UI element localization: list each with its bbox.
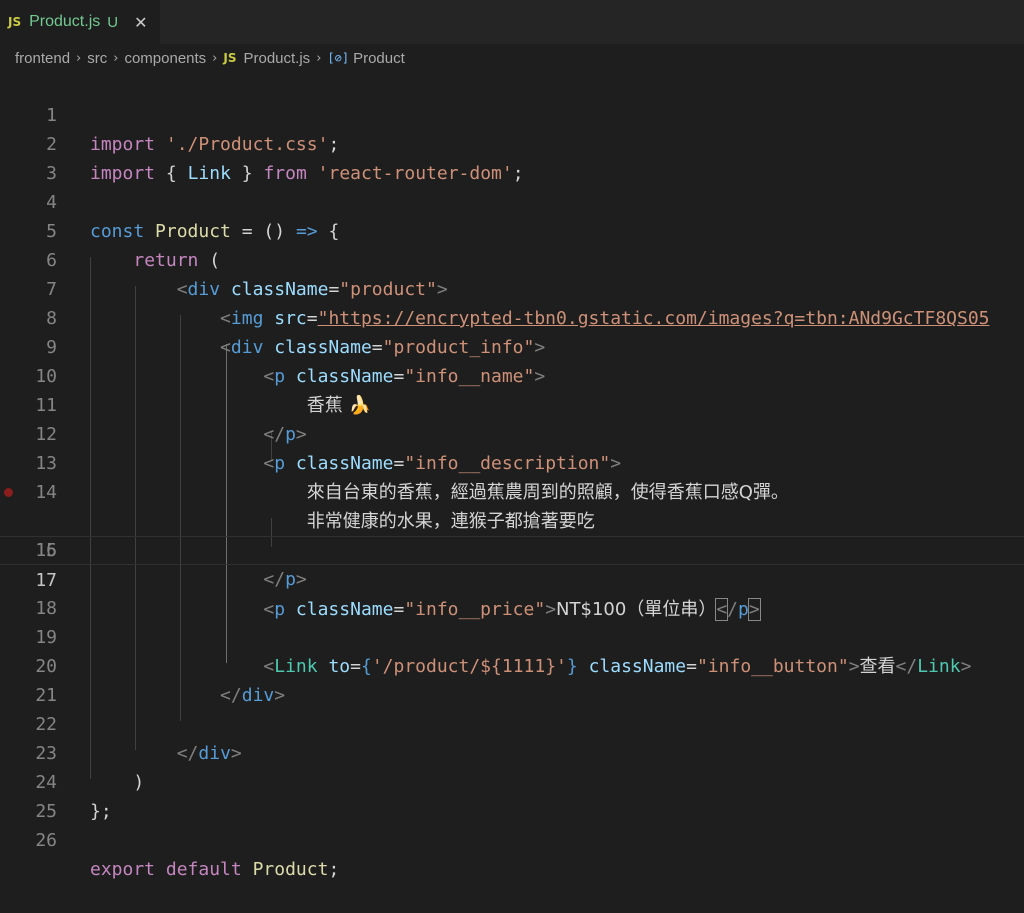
code-line: 25 bbox=[0, 768, 1024, 822]
chevron-right-icon: › bbox=[316, 50, 322, 66]
breadcrumb-symbol[interactable]: Product bbox=[353, 50, 405, 67]
breadcrumb-file[interactable]: Product.js bbox=[243, 50, 310, 67]
code-line: 5 return ( bbox=[0, 188, 1024, 271]
code-line: 15 </p> bbox=[0, 478, 1024, 590]
code-line: 8 <div className="product_info"> bbox=[0, 275, 1024, 358]
code-line: 7 <img src="https://encrypted-tbn0.gstat… bbox=[0, 246, 1024, 329]
code-line: 26 export default Product; bbox=[0, 797, 1024, 880]
tab-label: Product.js bbox=[29, 13, 101, 30]
code-line: 11 </p> bbox=[0, 362, 1024, 445]
code-line: 2 import { Link } from 'react-router-dom… bbox=[0, 101, 1024, 184]
breadcrumb-src[interactable]: src bbox=[87, 50, 107, 67]
code-line: 20 </div> bbox=[0, 623, 1024, 706]
code-line: 21 bbox=[0, 652, 1024, 706]
keyword: default bbox=[165, 859, 242, 880]
current-code-line: 17 <p className="info__price">NT$100（單位串… bbox=[0, 536, 1024, 621]
code-line: 14 非常健康的水果，連猴子都搶著要吃 bbox=[0, 449, 1024, 532]
code-line: 16 bbox=[0, 507, 1024, 561]
code-line: 12 <p className="info__description"> bbox=[0, 391, 1024, 474]
code-line: 1 import './Product.css'; bbox=[0, 72, 1024, 155]
untracked-status-badge: U bbox=[107, 13, 119, 31]
punct: ; bbox=[328, 859, 340, 880]
keyword: export bbox=[90, 859, 156, 880]
breakpoint-icon[interactable] bbox=[4, 488, 13, 497]
chevron-right-icon: › bbox=[212, 50, 218, 66]
code-line: 22 </div> bbox=[0, 681, 1024, 764]
identifier: Product bbox=[252, 859, 329, 880]
code-line: 18 bbox=[0, 565, 1024, 619]
breadcrumb: frontend › src › components › JS Product… bbox=[0, 44, 1024, 72]
tab-product-js[interactable]: JS Product.js U ✕ bbox=[0, 0, 160, 44]
javascript-file-icon: JS bbox=[8, 15, 22, 29]
code-line: 9 <p className="info__name"> bbox=[0, 304, 1024, 387]
breadcrumb-frontend[interactable]: frontend bbox=[15, 50, 70, 67]
line-number: 26 bbox=[35, 830, 57, 851]
code-editor[interactable]: 1 import './Product.css'; 2 import { Lin… bbox=[0, 72, 1024, 880]
code-line: 24 }; bbox=[0, 739, 1024, 822]
chevron-right-icon: › bbox=[76, 50, 82, 66]
breadcrumb-components[interactable]: components bbox=[124, 50, 206, 67]
code-line: 19 <Link to={'/product/${1111}'} classNa… bbox=[0, 594, 1024, 677]
symbol-variable-icon: [⊘] bbox=[327, 51, 350, 65]
code-line: 10 香蕉 🍌 bbox=[0, 333, 1024, 416]
code-line: 4 const Product = () => { bbox=[0, 159, 1024, 242]
code-line: 6 <div className="product"> bbox=[0, 217, 1024, 300]
tab-bar: JS Product.js U ✕ bbox=[0, 0, 1024, 44]
chevron-right-icon: › bbox=[113, 50, 119, 66]
code-line: 3 bbox=[0, 130, 1024, 184]
code-line: 13 來自台東的香蕉，經過蕉農周到的照顧，使得香蕉口感Q彈。 bbox=[0, 420, 1024, 503]
code-line: 23 ) bbox=[0, 710, 1024, 793]
close-icon[interactable]: ✕ bbox=[134, 13, 147, 32]
javascript-file-icon: JS bbox=[223, 51, 237, 65]
